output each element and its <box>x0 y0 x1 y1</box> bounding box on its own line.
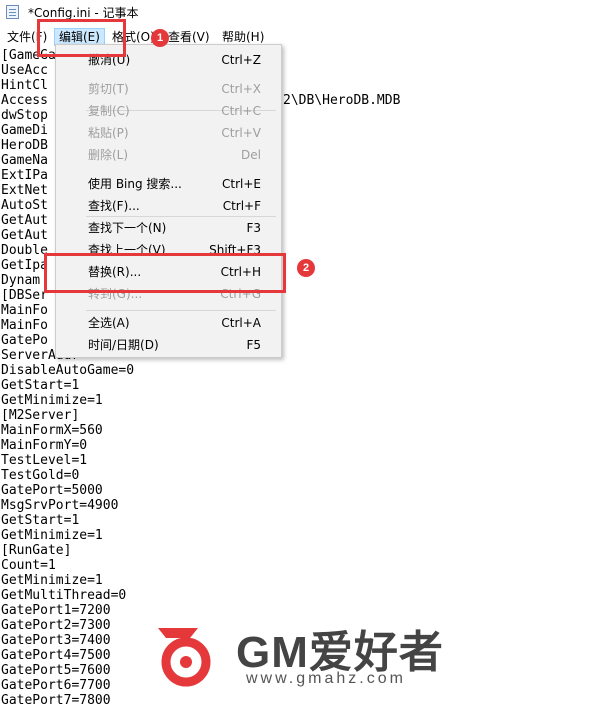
highlight-edit-menu <box>37 19 126 57</box>
editor-line: GameNa <box>1 153 48 168</box>
editor-line: GatePort4=7500 <box>1 648 111 663</box>
menu-item-shortcut: Ctrl+C <box>221 104 261 118</box>
edit-menu-item[interactable]: 时间/日期(D) F5 <box>56 334 281 356</box>
editor-line: GatePort=5000 <box>1 483 103 498</box>
editor-line: GatePort6=7700 <box>1 678 111 693</box>
editor-line: GetMinimize=1 <box>1 528 103 543</box>
editor-line: HeroDB <box>1 138 48 153</box>
menu-item-label: 粘贴(P) <box>88 126 129 140</box>
editor-line: TestGold=0 <box>1 468 80 483</box>
highlight-replace-item <box>44 253 286 293</box>
editor-line: [M2Server] <box>1 408 80 423</box>
editor-line: GetMinimize=1 <box>1 393 103 408</box>
menu-item-label: 剪切(T) <box>88 82 129 96</box>
menu-item-shortcut: F3 <box>246 221 261 235</box>
menu-item-shortcut: Ctrl+A <box>221 316 261 330</box>
menu-item-label: 查找下一个(N) <box>88 221 167 235</box>
editor-line: GetStart=1 <box>1 378 80 393</box>
menu-item-label: 全选(A) <box>88 316 130 330</box>
editor-line: GatePort3=7400 <box>1 633 111 648</box>
menu-item-label: 查找(F)... <box>88 199 140 213</box>
editor-line: GatePort1=7200 <box>1 603 111 618</box>
editor-line: Dynam <box>1 273 41 288</box>
editor-text-fragment: 2\DB\HeroDB.MDB <box>283 93 401 108</box>
editor-line: MainFo <box>1 318 48 333</box>
editor-line: Count=1 <box>1 558 56 573</box>
menu-item-label: 使用 Bing 搜索... <box>88 177 182 191</box>
edit-menu-item[interactable]: 删除(L) Del <box>56 144 281 166</box>
menu-item-shortcut: F5 <box>246 338 261 352</box>
editor-line: GetIpa <box>1 258 48 273</box>
edit-menu-item[interactable]: 使用 Bing 搜索... Ctrl+E <box>56 173 281 195</box>
editor-line: GatePo <box>1 333 48 348</box>
editor-line: GetMultiThread=0 <box>1 588 127 603</box>
editor-line: Access <box>1 93 48 108</box>
editor-line: GatePort2=7300 <box>1 618 111 633</box>
step-badge-2: 2 <box>297 259 315 277</box>
menu-item-label: 复制(C) <box>88 104 130 118</box>
edit-menu-dropdown: 撤消(U) Ctrl+Z 剪切(T) Ctrl+X 复制(C) Ctrl+C 粘贴(P) Ct… <box>55 44 282 358</box>
editor-line: GetStart=1 <box>1 513 80 528</box>
editor-line: DisableAutoGame=0 <box>1 363 135 378</box>
editor-line: Double <box>1 243 48 258</box>
edit-menu-item[interactable]: 查找下一个(N) F3 <box>56 217 281 239</box>
edit-menu-item[interactable]: 全选(A) Ctrl+A <box>56 312 281 334</box>
editor-line: [RunGate] <box>1 543 72 558</box>
menu-item-shortcut: Ctrl+V <box>221 126 261 140</box>
editor-line: ExtNet <box>1 183 48 198</box>
editor-line: MainFo <box>1 303 48 318</box>
editor-line: GatePort7=7800 <box>1 693 111 708</box>
menu-item-label: 删除(L) <box>88 148 129 162</box>
editor-line: GetAut <box>1 228 48 243</box>
menu-item-label: 时间/日期(D) <box>88 338 159 352</box>
editor-line: GetMinimize=1 <box>1 573 103 588</box>
editor-line: AutoSt <box>1 198 48 213</box>
edit-menu-item[interactable]: 粘贴(P) Ctrl+V <box>56 122 281 144</box>
edit-menu-item[interactable]: 查找(F)... Ctrl+F <box>56 195 281 217</box>
brand-logo-icon <box>158 628 211 687</box>
menu-item-shortcut: Ctrl+X <box>221 82 261 96</box>
menu-item-shortcut: Ctrl+Z <box>221 53 261 67</box>
editor-line: ExtIPa <box>1 168 48 183</box>
edit-menu-item[interactable]: 剪切(T) Ctrl+X <box>56 78 281 100</box>
menu-item-shortcut: Ctrl+E <box>222 177 261 191</box>
editor-line: UseAcc <box>1 63 48 78</box>
editor-line: dwStop <box>1 108 48 123</box>
watermark-url: www.gmahz.com <box>246 670 406 687</box>
editor-line: MainFormX=560 <box>1 423 103 438</box>
menu-separator <box>86 310 276 311</box>
editor-line: MsgSrvPort=4900 <box>1 498 119 513</box>
edit-menu-item[interactable]: 复制(C) Ctrl+C <box>56 100 281 122</box>
menu-item-shortcut: Ctrl+F <box>222 199 261 213</box>
editor-line: GetAut <box>1 213 48 228</box>
editor-line: TestLevel=1 <box>1 453 88 468</box>
step-badge-1: 1 <box>151 29 169 47</box>
editor-line: HintCl <box>1 78 48 93</box>
menu-item-shortcut: Del <box>241 148 261 162</box>
editor-line: MainFormY=0 <box>1 438 88 453</box>
editor-line: [DBSer <box>1 288 48 303</box>
editor-line: GameDi <box>1 123 48 138</box>
editor-line: GatePort5=7600 <box>1 663 111 678</box>
notepad-icon <box>6 5 19 19</box>
